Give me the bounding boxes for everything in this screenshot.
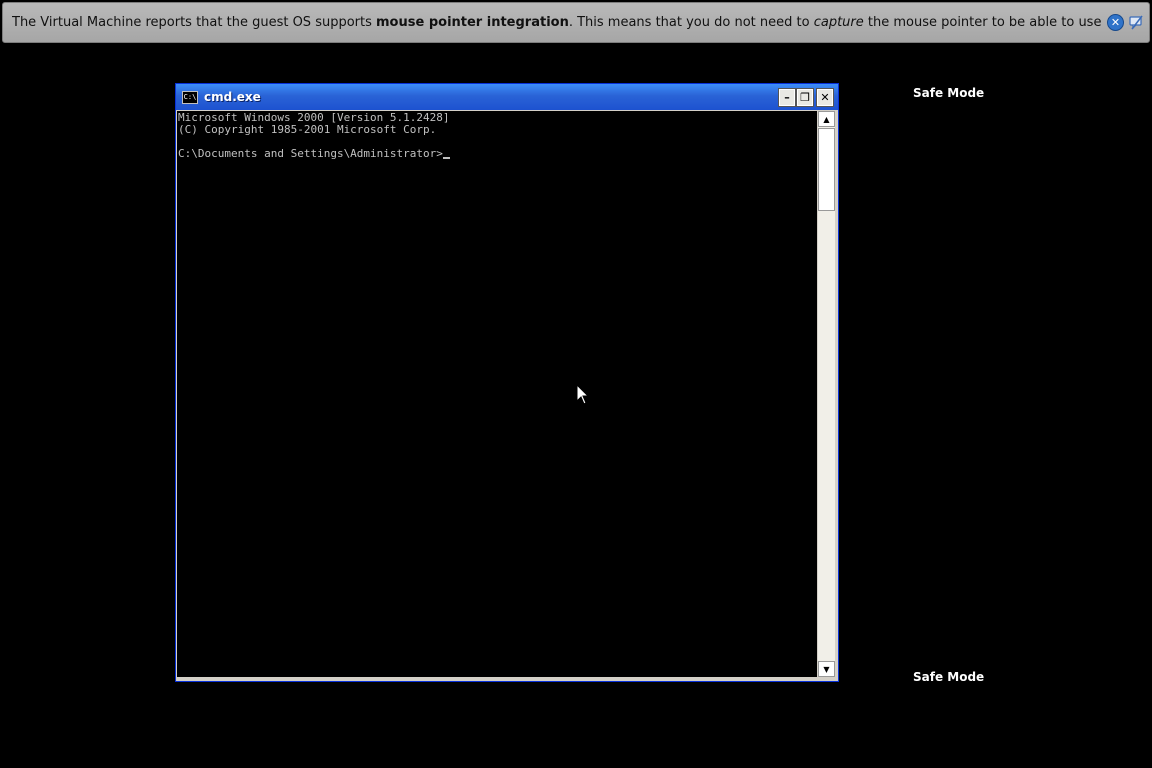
- console-output[interactable]: Microsoft Windows 2000 [Version 5.1.2428…: [177, 111, 817, 677]
- prompt-line: C:\Documents and Settings\Administrator>: [178, 148, 817, 160]
- banner-italic-text: capture: [813, 15, 864, 30]
- mouse-pointer-icon: [576, 384, 590, 405]
- command-prompt: C:\Documents and Settings\Administrator>: [178, 147, 443, 160]
- minimize-icon: –: [784, 90, 790, 104]
- restore-icon: ❐: [800, 90, 810, 104]
- restore-button[interactable]: ❐: [796, 87, 814, 107]
- window-bottom-border[interactable]: [176, 677, 838, 681]
- minimize-button[interactable]: –: [778, 87, 796, 107]
- safe-mode-label-bottom: Safe Mode: [913, 670, 985, 684]
- disable-message-button[interactable]: [1128, 14, 1145, 31]
- message-off-icon: [1129, 15, 1143, 30]
- text-cursor: [442, 157, 450, 159]
- cmd-window: C:\ cmd.exe – ❐ ✕ Microsoft Windows 2000…: [175, 83, 839, 682]
- window-title: cmd.exe: [204, 90, 261, 104]
- arrow-down-icon: ▼: [823, 664, 830, 674]
- scroll-up-button[interactable]: ▲: [818, 111, 835, 127]
- close-banner-button[interactable]: ✕: [1107, 14, 1124, 31]
- banner-bold-text: mouse pointer integration: [376, 15, 569, 30]
- close-button[interactable]: ✕: [816, 87, 834, 107]
- arrow-up-icon: ▲: [823, 114, 830, 124]
- close-icon: ✕: [820, 90, 830, 104]
- close-icon: ✕: [1110, 16, 1121, 29]
- scroll-thumb[interactable]: [818, 128, 835, 211]
- console-line: (C) Copyright 1985-2001 Microsoft Corp.: [178, 123, 437, 136]
- vm-notification-banner: The Virtual Machine reports that the gue…: [2, 2, 1150, 43]
- banner-message: The Virtual Machine reports that the gue…: [12, 15, 1103, 30]
- console-icon: C:\: [182, 90, 198, 104]
- scroll-down-button[interactable]: ▼: [818, 661, 835, 677]
- safe-mode-label-top: Safe Mode: [913, 86, 985, 100]
- vertical-scrollbar[interactable]: ▲ ▼: [818, 111, 835, 677]
- cmd-titlebar[interactable]: C:\ cmd.exe – ❐ ✕: [176, 84, 838, 110]
